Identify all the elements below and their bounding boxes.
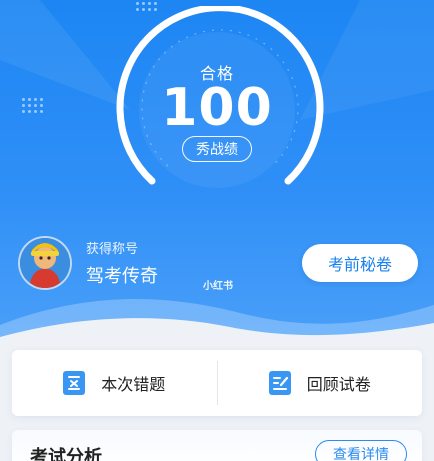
show-achievement-button[interactable]: 秀战绩 [182, 136, 252, 162]
exam-result-page: 合格 100 秀战绩 获得称号 驾考传奇 小红书 考前秘卷 本次错题 回顾试卷 … [0, 0, 434, 461]
hero-wave [0, 299, 434, 345]
wrong-questions-label: 本次错题 [101, 375, 166, 394]
score-value: 100 [161, 78, 273, 138]
avatar [18, 236, 72, 290]
watermark-text: 小红书 [203, 281, 233, 292]
review-paper-label: 回顾试卷 [306, 375, 371, 394]
exam-analysis-title: 考试分析 [30, 447, 102, 461]
avatar-image [20, 238, 70, 288]
review-paper-button[interactable]: 回顾试卷 [218, 350, 423, 416]
view-details-button[interactable]: 查看详情 [315, 440, 407, 461]
review-paper-icon [268, 371, 291, 395]
wrong-questions-button[interactable]: 本次错题 [12, 350, 217, 416]
title-caption: 获得称号 [86, 242, 139, 257]
earned-title: 驾考传奇 [86, 266, 158, 287]
pre-exam-secret-paper-button[interactable]: 考前秘卷 [302, 244, 418, 282]
wrong-questions-icon [63, 371, 86, 395]
result-hero: 合格 100 秀战绩 获得称号 驾考传奇 小红书 考前秘卷 [0, 0, 434, 345]
action-card: 本次错题 回顾试卷 [12, 350, 422, 416]
exam-analysis-card: 考试分析 查看详情 [12, 430, 422, 461]
